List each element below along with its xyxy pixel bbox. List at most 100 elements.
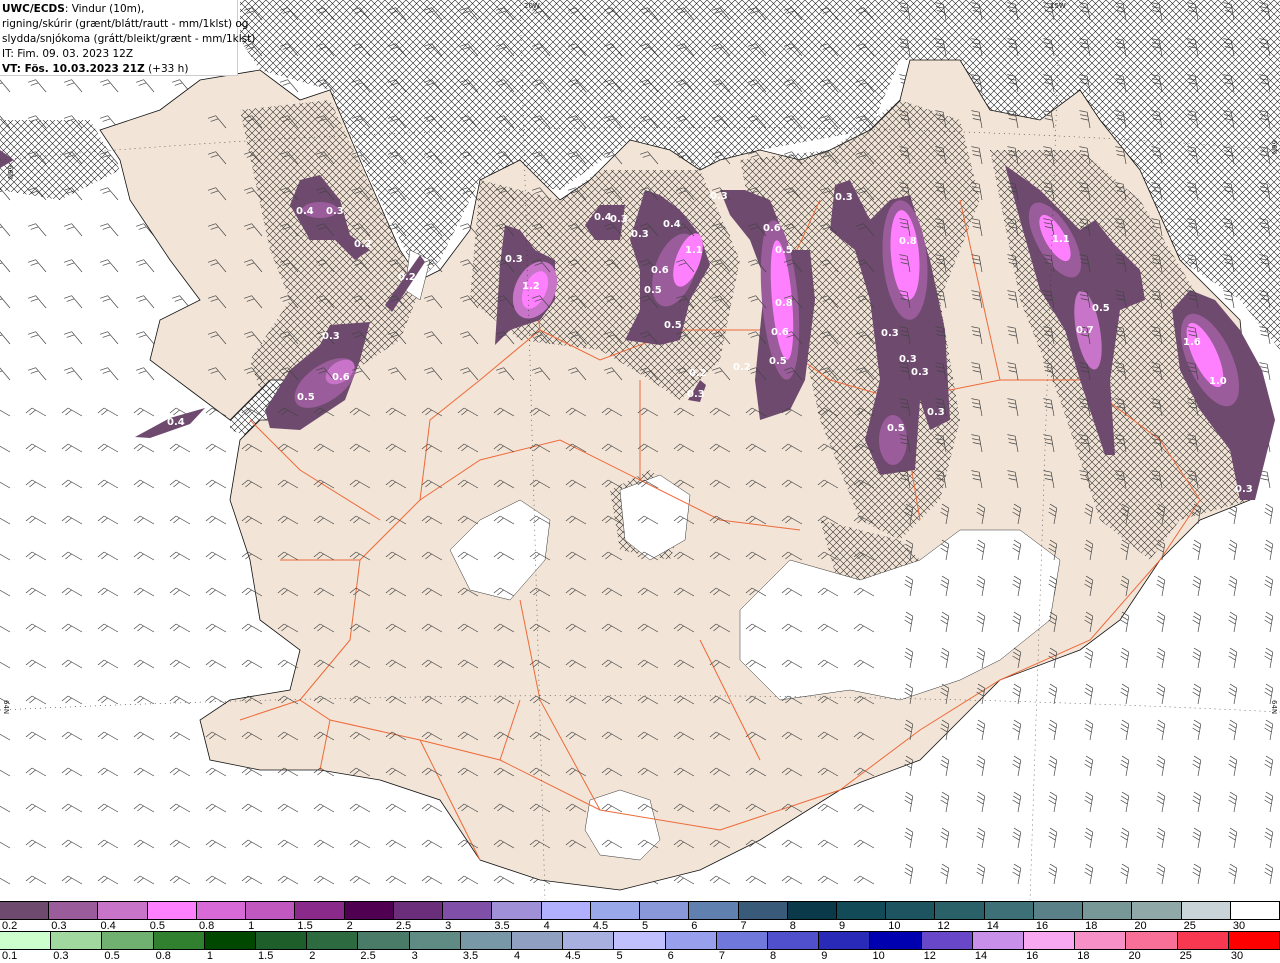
legend-tick-label: 16 bbox=[1026, 950, 1039, 962]
legend-swatch bbox=[1126, 932, 1178, 949]
legend-tick-label: 2 bbox=[309, 950, 316, 962]
legend-swatch bbox=[460, 932, 513, 949]
precip-value-label: 0.3 bbox=[710, 191, 728, 202]
legend-swatch bbox=[1177, 932, 1229, 949]
legend-swatch bbox=[972, 932, 1025, 949]
legend-swatch bbox=[0, 902, 50, 919]
legend-tick-label: 4.5 bbox=[565, 950, 581, 962]
precip-value-label: 0.2 bbox=[689, 368, 707, 379]
precip-value-label: 0.5 bbox=[887, 423, 905, 434]
legend-swatch bbox=[1228, 932, 1280, 949]
legend-tick-label: 25 bbox=[1179, 950, 1192, 962]
legend-tick-label: 0.1 bbox=[2, 950, 18, 962]
legend-swatch bbox=[147, 902, 197, 919]
title-line-snow: slydda/snjókoma (grátt/bleikt/grænt - mm… bbox=[2, 33, 256, 45]
precip-value-label: 0.8 bbox=[899, 236, 917, 247]
precip-value-label: 0.3 bbox=[610, 214, 628, 225]
legend-swatch bbox=[307, 932, 359, 949]
precip-value-label: 0.8 bbox=[775, 298, 793, 309]
legend-swatch bbox=[49, 902, 99, 919]
legend-swatch bbox=[492, 902, 542, 919]
initial-time: IT: Fim. 09. 03. 2023 12Z bbox=[2, 48, 134, 60]
legend-swatch bbox=[98, 902, 148, 919]
legend-swatch bbox=[870, 932, 922, 949]
legend-swatch bbox=[409, 932, 461, 949]
legend-swatch bbox=[614, 932, 666, 949]
legend-swatch bbox=[563, 932, 615, 949]
legend-swatch bbox=[1033, 902, 1084, 919]
precip-value-label: 0.6 bbox=[332, 372, 350, 383]
legend-swatch bbox=[51, 932, 103, 949]
legend-tick-label: 10 bbox=[872, 950, 885, 962]
precip-value-label: 0.3 bbox=[322, 331, 340, 342]
legend-tick-label: 7 bbox=[718, 950, 725, 962]
title-text: : Vindur (10m), bbox=[64, 3, 145, 15]
legend-swatch bbox=[1230, 902, 1280, 919]
precip-value-label: 0.2 bbox=[398, 272, 416, 283]
precip-value-label: 0.3 bbox=[835, 192, 853, 203]
precip-value-label: 0.4 bbox=[167, 417, 185, 428]
legend-swatch bbox=[246, 902, 296, 919]
legend-tick-label: 9 bbox=[821, 950, 828, 962]
legend-swatch bbox=[393, 902, 444, 919]
lat-label-66n-right: 66N bbox=[1270, 140, 1278, 154]
legend-swatch bbox=[689, 902, 739, 919]
map-info-box: UWC/ECDS: Vindur (10m), rigning/skúrir (… bbox=[0, 0, 256, 76]
legend-snow-colorbar bbox=[0, 901, 1280, 920]
legend-swatch bbox=[921, 932, 973, 949]
legend-swatch bbox=[1132, 902, 1182, 919]
legend-swatch bbox=[590, 902, 641, 919]
precip-value-label: 0.2 bbox=[354, 239, 372, 250]
precip-value-label: 0.5 bbox=[664, 320, 682, 331]
legend-swatch bbox=[836, 902, 887, 919]
precip-value-label: 0.3 bbox=[911, 367, 929, 378]
legend-swatch bbox=[716, 932, 769, 949]
precip-value-label: 1.1 bbox=[685, 245, 703, 256]
legend-snow: 0.2 0.3 0.4 0.5 0.8 1 1.5 2 2.5 3 3.5 4 4.5 5 6 7 8 9 10 12… bbox=[0, 901, 1280, 933]
legend-tick-label: 0.8 bbox=[155, 950, 171, 962]
legend-swatch bbox=[153, 932, 205, 949]
legend-swatch bbox=[935, 902, 985, 919]
valid-time: VT: Fös. 10.03.2023 21Z bbox=[2, 63, 145, 75]
precip-value-label: 0.5 bbox=[644, 285, 662, 296]
lon-label-15w: 15W bbox=[1050, 2, 1066, 10]
legend-tick-label: 2.5 bbox=[360, 950, 376, 962]
precip-value-label: 0.3 bbox=[899, 354, 917, 365]
legend-tick-label: 30 bbox=[1230, 950, 1244, 962]
precip-value-label: 0.3 bbox=[505, 254, 523, 265]
precip-value-label: 0.2 bbox=[733, 362, 751, 373]
legend-swatch bbox=[358, 932, 410, 949]
legend-tick-label: 5 bbox=[616, 950, 623, 962]
precip-value-label: 0.3 bbox=[326, 206, 344, 217]
lon-label-20w: 20W bbox=[524, 2, 540, 10]
legend-swatch bbox=[640, 902, 690, 919]
precip-value-label: 0.6 bbox=[651, 265, 669, 276]
precip-value-label: 0.6 bbox=[763, 223, 781, 234]
precip-value-label: 0.5 bbox=[297, 392, 315, 403]
legend-swatch bbox=[204, 932, 257, 949]
precip-value-label: 0.4 bbox=[296, 206, 314, 217]
legend-swatch bbox=[295, 902, 345, 919]
precip-value-label: 0.6 bbox=[771, 327, 789, 338]
precip-value-label: 0.4 bbox=[663, 219, 681, 230]
precip-value-label: 0.3 bbox=[927, 407, 945, 418]
legend-swatch bbox=[886, 902, 936, 919]
legend-swatch bbox=[1075, 932, 1127, 949]
precip-value-label: 1.6 bbox=[1183, 337, 1201, 348]
source-label: UWC/ECDS bbox=[2, 3, 65, 15]
title-line-rain: rigning/skúrir (grænt/blátt/rautt - mm/1… bbox=[2, 18, 249, 30]
legend-tick-label: 12 bbox=[923, 950, 936, 962]
legend-swatch bbox=[819, 932, 871, 949]
legend-swatch bbox=[102, 932, 154, 949]
lat-label-64n-right: 64N bbox=[1270, 700, 1278, 714]
precip-value-label: 0.5 bbox=[769, 356, 787, 367]
legend-tick-label: 1 bbox=[206, 950, 213, 962]
weather-map: 20W 15W 66N 66N 64N 64N 0.4 0.30.20.20.30… bbox=[0, 0, 1280, 900]
legend-tick-label: 3.5 bbox=[462, 950, 479, 962]
precip-value-label: 0.3 bbox=[631, 229, 649, 240]
precip-value-label: 0.3 bbox=[881, 328, 899, 339]
precip-value-label: 0.5 bbox=[1092, 303, 1110, 314]
precip-value-label: 0.3 bbox=[1235, 484, 1253, 495]
legend-swatch bbox=[665, 932, 717, 949]
legend-tick-label: 18 bbox=[1077, 950, 1090, 962]
